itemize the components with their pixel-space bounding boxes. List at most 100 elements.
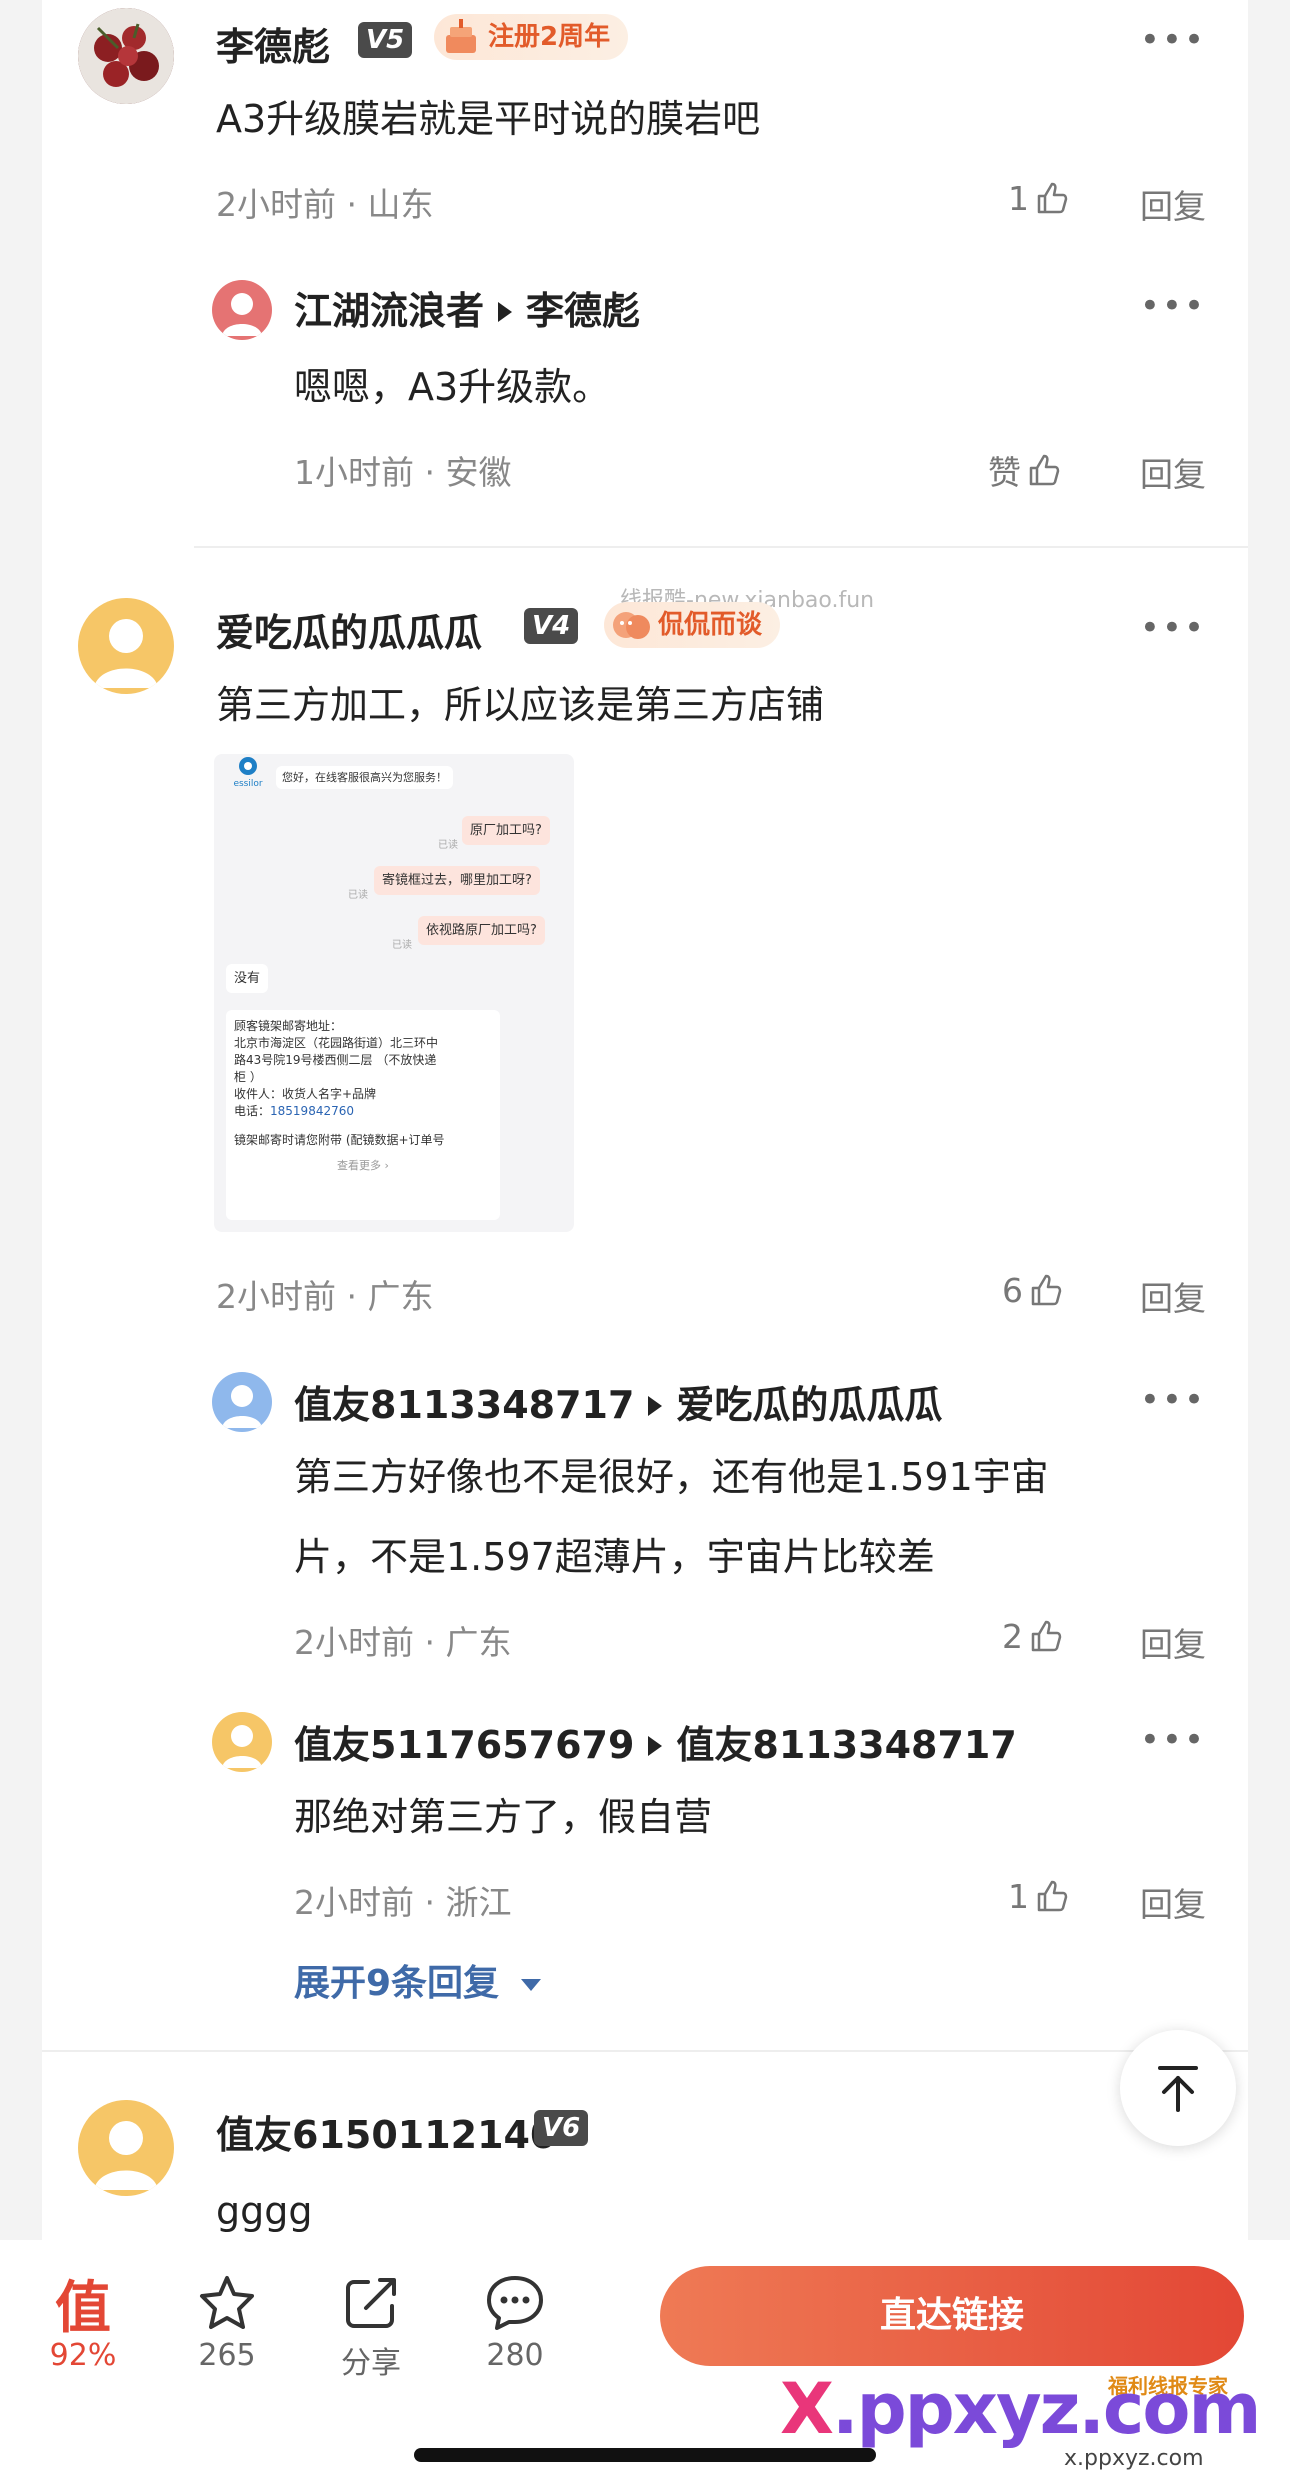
- share-icon: [346, 2278, 396, 2328]
- like-count: 6: [1002, 1270, 1023, 1310]
- badge-label: 侃侃而谈: [658, 610, 763, 640]
- comment-text: A3升级膜岩就是平时说的膜岩吧: [216, 97, 761, 141]
- avatar[interactable]: [212, 1712, 272, 1772]
- expand-replies-link[interactable]: 展开9条回复: [294, 1954, 542, 2006]
- address-line: 北京市海淀区（花园路街道）北三环中: [234, 1036, 439, 1050]
- like-count: 1: [1008, 1876, 1029, 1916]
- reply-arrow-icon: [648, 1735, 663, 1756]
- reply-author[interactable]: 值友5117657679: [294, 1723, 634, 1767]
- watermark-logo: X.ppxyz.com: [780, 2368, 1261, 2450]
- avatar[interactable]: [212, 280, 272, 340]
- read-status: 已读: [392, 940, 412, 951]
- reply-text: 片，不是1.597超薄片，宇宙片比较差: [294, 1535, 935, 1579]
- reply-target[interactable]: 值友8113348717: [676, 1723, 1016, 1767]
- chat-bubble: 寄镜框过去，哪里加工呀?: [374, 866, 540, 895]
- more-icon[interactable]: •••: [1140, 611, 1206, 645]
- avatar[interactable]: [78, 2100, 174, 2196]
- like-button[interactable]: 1: [1008, 178, 1071, 218]
- comment-list: 李德彪 V5 注册2周年 ••• A3升级膜岩就是平时说的膜岩吧 2小时前 · …: [42, 0, 1248, 2240]
- avatar[interactable]: [78, 8, 174, 104]
- more-icon[interactable]: •••: [1140, 23, 1206, 57]
- comment-bubble-icon: [487, 2276, 543, 2330]
- brand-text: essilor: [233, 779, 262, 789]
- address-title: 顾客镜架邮寄地址：: [234, 1019, 343, 1033]
- watermark-logo-text: .ppxyz.com: [831, 2368, 1261, 2450]
- favorite-button[interactable]: 265: [172, 2268, 282, 2373]
- direct-link-button[interactable]: 直达链接: [660, 2266, 1244, 2366]
- username[interactable]: 值友6150112140: [216, 2104, 556, 2159]
- phone-number: 18519842760: [270, 1104, 354, 1118]
- star-icon: [200, 2276, 254, 2329]
- level-badge: V6: [534, 2110, 589, 2146]
- reply-username: 值友8113348717 爱吃瓜的瓜瓜瓜: [294, 1374, 942, 1429]
- read-status: 已读: [438, 840, 458, 851]
- share-label: 分享: [341, 2346, 401, 2381]
- thumbs-up-icon: [1029, 454, 1060, 486]
- watermark-url: x.ppxyz.com: [1064, 2446, 1204, 2471]
- reply-author[interactable]: 江湖流浪者: [294, 289, 484, 333]
- like-button[interactable]: 赞: [988, 446, 1063, 494]
- more-icon[interactable]: •••: [1140, 1383, 1206, 1417]
- reply-meta: 1小时前 · 安徽: [294, 453, 512, 492]
- phone-line: 电话：18519842760: [234, 1103, 492, 1120]
- worth-icon: 值: [55, 2275, 111, 2341]
- home-indicator: [414, 2448, 876, 2462]
- reply-button[interactable]: 回复: [1140, 180, 1206, 228]
- worth-button[interactable]: 值 92%: [28, 2268, 138, 2374]
- address-card: 顾客镜架邮寄地址： 北京市海淀区（花园路街道）北三环中 路43号院19号楼西侧二…: [226, 1010, 500, 1220]
- reply-target[interactable]: 爱吃瓜的瓜瓜瓜: [676, 1383, 942, 1427]
- reply-arrow-icon: [498, 301, 513, 322]
- username[interactable]: 爱吃瓜的瓜瓜瓜: [216, 602, 482, 657]
- comment-text: gggg: [216, 2189, 313, 2233]
- more-icon[interactable]: •••: [1140, 1723, 1206, 1757]
- talkative-badge: 侃侃而谈: [604, 602, 781, 648]
- chat-bubble: 依视路原厂加工吗?: [418, 916, 545, 945]
- reply-username: 值友5117657679 值友8113348717: [294, 1714, 1017, 1769]
- like-button[interactable]: 6: [1002, 1270, 1065, 1310]
- reply-meta: 2小时前 · 广东: [294, 1623, 512, 1662]
- thumbs-up-icon: [1037, 1880, 1068, 1912]
- like-count: 1: [1008, 178, 1029, 218]
- level-badge: V5: [358, 22, 413, 58]
- level-badge: V4: [524, 608, 579, 644]
- comments-button[interactable]: 280: [460, 2268, 570, 2373]
- favorite-count: 265: [198, 2338, 256, 2373]
- avatar[interactable]: [212, 1372, 272, 1432]
- chat-bubble: 没有: [226, 964, 269, 993]
- caret-down-icon: [521, 1979, 542, 1991]
- reply-button[interactable]: 回复: [1140, 1878, 1206, 1926]
- chat-bubble: 原厂加工吗?: [462, 816, 550, 845]
- reply-button[interactable]: 回复: [1140, 1618, 1206, 1666]
- thumbs-up-icon: [1037, 182, 1068, 214]
- reply-button[interactable]: 回复: [1140, 1272, 1206, 1320]
- watermark-logo-x: X: [780, 2368, 834, 2450]
- comment-text: 第三方加工，所以应该是第三方店铺: [216, 683, 825, 727]
- avatar[interactable]: [78, 598, 174, 694]
- reply-button[interactable]: 回复: [1140, 448, 1206, 496]
- cake-icon: [446, 19, 476, 53]
- recipient-line: 收件人：收货人名字+品牌: [234, 1087, 377, 1101]
- reply-text: 嗯嗯，A3升级款。: [294, 365, 611, 409]
- essilor-logo-icon: essilor: [226, 756, 270, 792]
- reply-text: 那绝对第三方了，假自营: [294, 1795, 713, 1839]
- comment-meta: 2小时前 · 山东: [216, 185, 434, 224]
- comment-meta: 2小时前 · 广东: [216, 1277, 434, 1316]
- reply-author[interactable]: 值友8113348717: [294, 1383, 634, 1427]
- username[interactable]: 李德彪: [216, 16, 330, 71]
- chat-bubble: 您好，在线客服很高兴为您服务！: [276, 766, 453, 789]
- phone-label: 电话：: [234, 1104, 271, 1118]
- reply-arrow-icon: [648, 1395, 663, 1416]
- expand-label: 展开9条回复: [294, 1963, 500, 2004]
- arrow-up-icon: [1158, 2066, 1198, 2112]
- like-button[interactable]: 1: [1008, 1876, 1071, 1916]
- anniversary-badge: 注册2周年: [434, 14, 629, 60]
- address-note: 镜架邮寄时请您附带 (配镜数据+订单号: [234, 1133, 445, 1147]
- worth-percent: 92%: [49, 2338, 117, 2373]
- read-status: 已读: [348, 890, 368, 901]
- back-to-top-button[interactable]: [1120, 2030, 1236, 2146]
- reply-target[interactable]: 李德彪: [526, 289, 640, 333]
- more-icon[interactable]: •••: [1140, 289, 1206, 323]
- comment-image[interactable]: essilor 您好，在线客服很高兴为您服务！ 已读 原厂加工吗? 已读 寄镜框…: [214, 754, 574, 1232]
- share-button[interactable]: 分享: [316, 2268, 426, 2382]
- like-button[interactable]: 2: [1002, 1616, 1065, 1656]
